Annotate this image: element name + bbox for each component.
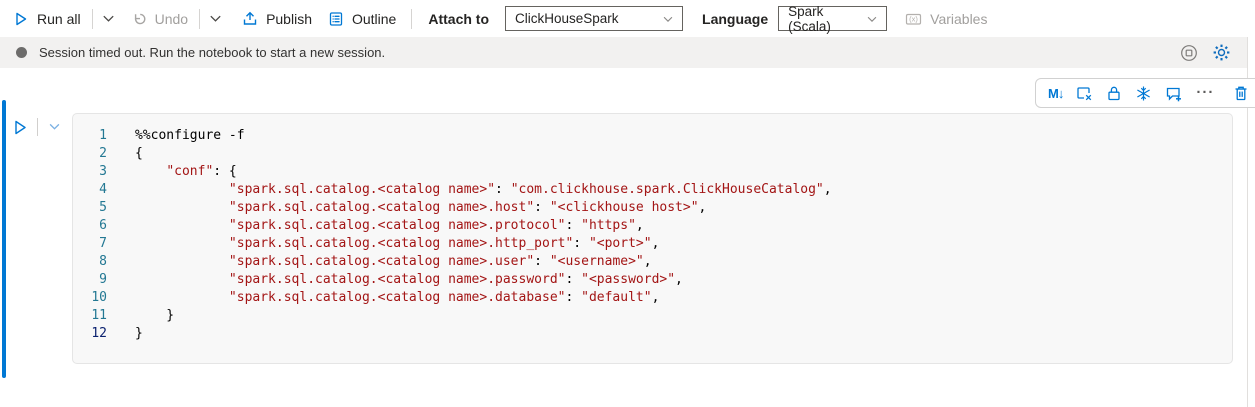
- toolbar-separator: [199, 9, 200, 29]
- code-text[interactable]: }: [135, 307, 174, 325]
- cell-run-controls: [12, 118, 62, 136]
- line-number: 12: [73, 325, 107, 343]
- cell-collapse-chevron[interactable]: [47, 120, 62, 134]
- line-number: 1: [73, 127, 107, 145]
- variables-icon: (x): [905, 11, 922, 27]
- settings-gear-icon[interactable]: [1212, 43, 1231, 62]
- line-number: 4: [73, 181, 107, 199]
- code-line[interactable]: 3 "conf": {: [73, 163, 1232, 181]
- code-text[interactable]: "spark.sql.catalog.<catalog name>.user":…: [135, 253, 652, 271]
- code-line[interactable]: 12}: [73, 325, 1232, 343]
- line-number: 2: [73, 145, 107, 163]
- attach-to-value: ClickHouseSpark: [515, 11, 619, 26]
- language-label: Language: [702, 11, 768, 27]
- code-text[interactable]: }: [135, 325, 143, 343]
- code-lines: 1%%configure -f2{3 "conf": {4 "spark.sql…: [73, 127, 1232, 343]
- session-message: Session timed out. Run the notebook to s…: [39, 45, 385, 60]
- undo-button[interactable]: Undo: [131, 11, 188, 27]
- line-number: 6: [73, 217, 107, 235]
- code-text[interactable]: %%configure -f: [135, 127, 245, 145]
- line-number: 5: [73, 199, 107, 217]
- code-text[interactable]: "spark.sql.catalog.<catalog name>": "com…: [135, 181, 832, 199]
- code-line[interactable]: 2{: [73, 145, 1232, 163]
- code-text[interactable]: "conf": {: [135, 163, 237, 181]
- publish-label: Publish: [266, 11, 312, 27]
- line-number: 11: [73, 307, 107, 325]
- freeze-cell-icon[interactable]: [1135, 85, 1152, 102]
- attach-to-dropdown[interactable]: ClickHouseSpark: [505, 6, 683, 31]
- publish-button[interactable]: Publish: [242, 11, 312, 27]
- line-number: 9: [73, 271, 107, 289]
- publish-icon: [242, 11, 258, 27]
- chevron-down-icon: [865, 12, 879, 26]
- attach-to-label: Attach to: [428, 11, 489, 27]
- code-line[interactable]: 5 "spark.sql.catalog.<catalog name>.host…: [73, 199, 1232, 217]
- delete-cell-icon[interactable]: [1233, 85, 1249, 102]
- run-all-label: Run all: [37, 11, 81, 27]
- outline-label: Outline: [352, 11, 396, 27]
- code-line[interactable]: 1 %%configure -f: [73, 127, 1232, 145]
- notebook-toolbar: Run all Undo Publish Outline Attach to C…: [0, 0, 1255, 37]
- line-number: 8: [73, 253, 107, 271]
- variables-button[interactable]: (x) Variables: [905, 11, 987, 27]
- cell-toolbar: M↓ ···: [1035, 78, 1255, 108]
- run-all-button[interactable]: Run all: [13, 11, 81, 27]
- chevron-down-icon: [661, 12, 675, 26]
- code-line[interactable]: 6 "spark.sql.catalog.<catalog name>.prot…: [73, 217, 1232, 235]
- line-number: 10: [73, 289, 107, 307]
- convert-to-markdown-icon[interactable]: M↓: [1048, 86, 1063, 101]
- outline-icon: [328, 11, 344, 27]
- code-line[interactable]: 10 "spark.sql.catalog.<catalog name>.dat…: [73, 289, 1232, 307]
- code-editor[interactable]: 1%%configure -f2{3 "conf": {4 "spark.sql…: [72, 113, 1233, 364]
- code-line[interactable]: 11 }: [73, 307, 1232, 325]
- language-dropdown[interactable]: Spark (Scala): [778, 6, 887, 31]
- clear-cell-icon[interactable]: [1076, 85, 1093, 102]
- toolbar-separator: [411, 9, 412, 29]
- run-cell-button[interactable]: [12, 119, 28, 136]
- svg-text:(x): (x): [909, 14, 918, 23]
- line-number: 7: [73, 235, 107, 253]
- code-text[interactable]: "spark.sql.catalog.<catalog name>.host":…: [135, 199, 706, 217]
- code-text[interactable]: "spark.sql.catalog.<catalog name>.databa…: [135, 289, 659, 307]
- variables-label: Variables: [930, 11, 987, 27]
- line-number: 3: [73, 163, 107, 181]
- code-text[interactable]: {: [135, 145, 143, 163]
- add-comment-icon[interactable]: [1165, 85, 1183, 102]
- toolbar-separator: [92, 9, 93, 29]
- code-text[interactable]: "spark.sql.catalog.<catalog name>.http_p…: [135, 235, 659, 253]
- play-icon: [13, 11, 29, 27]
- run-all-menu-chevron[interactable]: [101, 11, 116, 26]
- code-text[interactable]: "spark.sql.catalog.<catalog name>.passwo…: [135, 271, 683, 289]
- code-line[interactable]: 9 "spark.sql.catalog.<catalog name>.pass…: [73, 271, 1232, 289]
- lock-cell-icon[interactable]: [1106, 85, 1122, 102]
- undo-menu-chevron[interactable]: [208, 11, 223, 26]
- language-value: Spark (Scala): [788, 4, 865, 34]
- session-status-dot: [16, 47, 27, 58]
- more-actions-icon[interactable]: ···: [1196, 88, 1214, 98]
- undo-label: Undo: [155, 11, 188, 27]
- session-status-bar: Session timed out. Run the notebook to s…: [0, 37, 1247, 68]
- code-text[interactable]: "spark.sql.catalog.<catalog name>.protoc…: [135, 217, 644, 235]
- run-controls-separator: [37, 118, 38, 136]
- cell-selection-bar: [2, 100, 6, 378]
- code-line[interactable]: 4 "spark.sql.catalog.<catalog name>": "c…: [73, 181, 1232, 199]
- undo-icon: [131, 11, 147, 27]
- code-line[interactable]: 7 "spark.sql.catalog.<catalog name>.http…: [73, 235, 1232, 253]
- outline-button[interactable]: Outline: [328, 11, 396, 27]
- stop-session-icon[interactable]: [1180, 44, 1198, 62]
- code-line[interactable]: 8 "spark.sql.catalog.<catalog name>.user…: [73, 253, 1232, 271]
